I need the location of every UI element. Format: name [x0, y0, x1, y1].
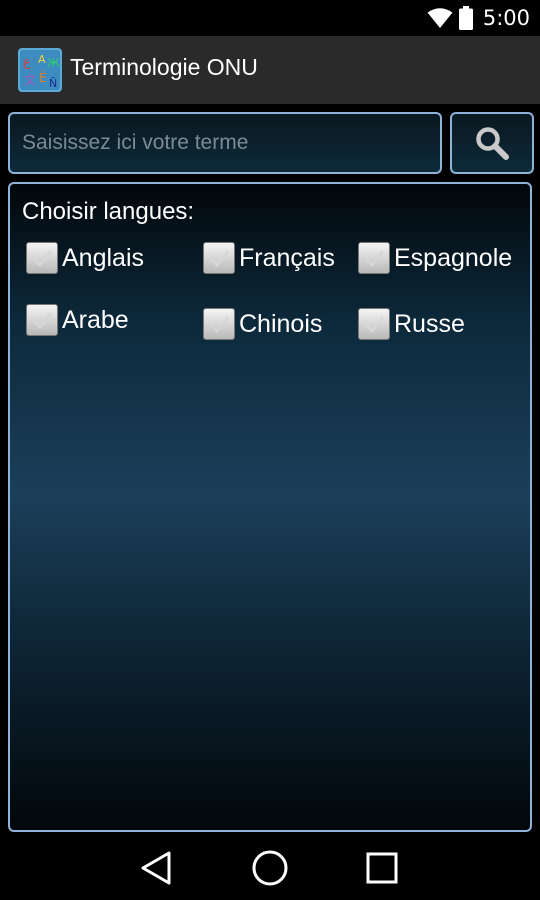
- search-field[interactable]: [8, 112, 442, 174]
- language-option-russe[interactable]: Russe: [358, 308, 465, 340]
- chinois-label: Chinois: [239, 309, 323, 338]
- status-bar: 5:00: [0, 0, 540, 36]
- espagnole-checkbox[interactable]: [358, 242, 390, 274]
- svg-text:Ж: Ж: [47, 56, 60, 70]
- main-content: Choisir langues: Anglais Français Espagn…: [0, 104, 540, 836]
- language-option-arabe[interactable]: Arabe: [26, 304, 129, 336]
- checkmark-icon: [209, 316, 230, 334]
- arabe-label: Arabe: [62, 305, 129, 334]
- espagnole-label: Espagnole: [394, 243, 513, 272]
- checkmark-icon: [364, 316, 385, 334]
- anglais-label: Anglais: [62, 243, 144, 272]
- francais-label: Français: [239, 243, 335, 272]
- status-icons: 5:00: [427, 4, 530, 32]
- action-bar: ع A Ж 文 É Ñ Terminologie ONU: [0, 36, 540, 104]
- francais-checkbox[interactable]: [203, 242, 235, 274]
- checkmark-icon: [209, 250, 230, 268]
- checkmark-icon: [32, 312, 53, 330]
- svg-text:ع: ع: [23, 55, 31, 70]
- back-button[interactable]: [136, 848, 176, 888]
- app-logo-icon[interactable]: ع A Ж 文 É Ñ: [18, 48, 62, 92]
- chinois-checkbox[interactable]: [203, 308, 235, 340]
- arabe-checkbox[interactable]: [26, 304, 58, 336]
- language-option-chinois[interactable]: Chinois: [203, 308, 322, 340]
- language-option-francais[interactable]: Français: [203, 242, 335, 274]
- status-time: 5:00: [482, 6, 530, 30]
- search-icon: [476, 127, 509, 160]
- app-title: Terminologie ONU: [70, 54, 258, 80]
- choose-languages-heading: Choisir langues:: [22, 198, 195, 225]
- recents-button[interactable]: [362, 848, 402, 888]
- svg-text:文: 文: [24, 72, 36, 87]
- search-input[interactable]: [10, 114, 440, 172]
- russe-label: Russe: [394, 309, 465, 338]
- russe-checkbox[interactable]: [358, 308, 390, 340]
- language-panel: Choisir langues: Anglais Français Espagn…: [8, 182, 532, 832]
- checkmark-icon: [364, 250, 385, 268]
- svg-text:Ñ: Ñ: [49, 77, 57, 90]
- wifi-icon: [427, 8, 453, 28]
- battery-icon: [458, 6, 473, 30]
- svg-text:A: A: [38, 53, 46, 66]
- recents-icon: [366, 852, 398, 884]
- svg-text:É: É: [39, 70, 47, 85]
- home-button[interactable]: [250, 848, 290, 888]
- language-option-espagnole[interactable]: Espagnole: [358, 242, 512, 274]
- language-option-anglais[interactable]: Anglais: [26, 242, 144, 274]
- navigation-bar: [0, 836, 540, 900]
- home-icon: [252, 850, 288, 886]
- back-icon: [141, 851, 171, 885]
- checkmark-icon: [32, 250, 53, 268]
- search-button[interactable]: [450, 112, 534, 174]
- anglais-checkbox[interactable]: [26, 242, 58, 274]
